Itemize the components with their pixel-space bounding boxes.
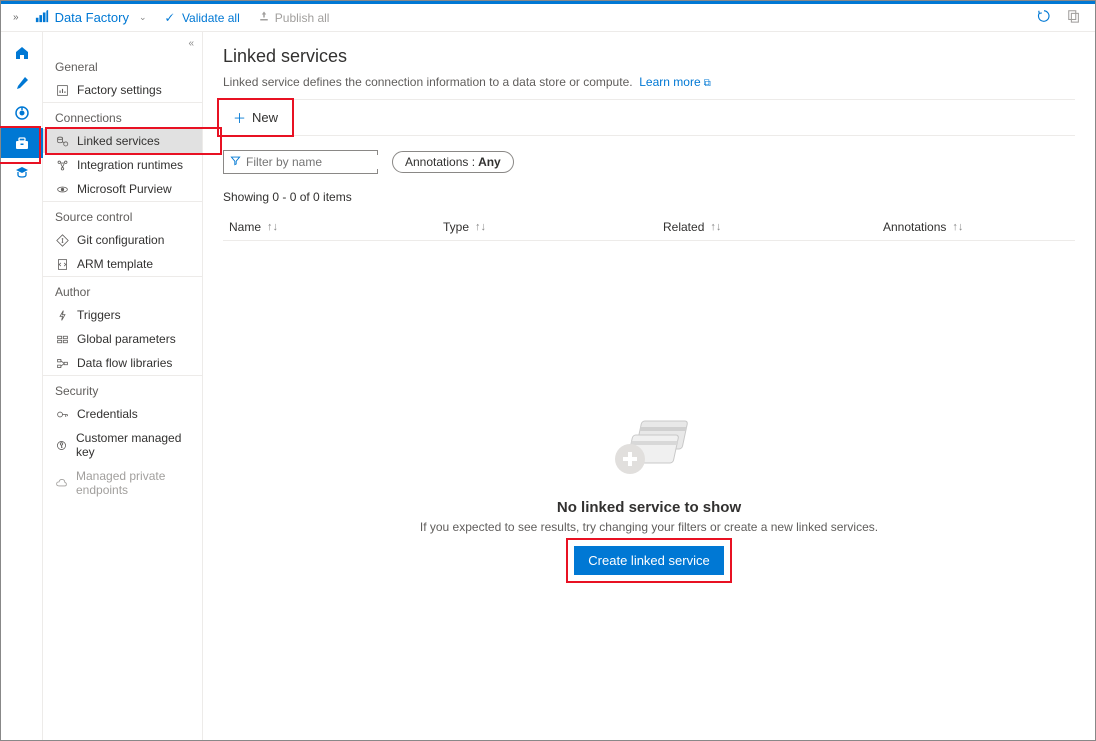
- main-content: Linked services Linked service defines t…: [203, 32, 1095, 740]
- learn-more-link[interactable]: Learn more⧉: [639, 75, 711, 89]
- filter-icon: [230, 155, 241, 169]
- empty-title: No linked service to show: [557, 499, 741, 516]
- sidebar-item-globals[interactable]: Global parameters: [43, 327, 202, 351]
- factory-icon: [35, 9, 49, 26]
- feedback-icon[interactable]: [1059, 9, 1089, 26]
- refresh-icon[interactable]: [1029, 9, 1059, 26]
- action-row: ＋ New: [223, 99, 1075, 136]
- workspace-name: Data Factory: [55, 10, 129, 25]
- sidebar-item-linked-services[interactable]: Linked services: [43, 129, 202, 153]
- key-icon: [55, 439, 68, 452]
- purview-icon: [55, 183, 69, 196]
- sidebar-item-purview[interactable]: Microsoft Purview: [43, 177, 202, 201]
- column-type[interactable]: Type↑↓: [443, 220, 663, 234]
- sidebar-item-integration-runtimes[interactable]: Integration runtimes: [43, 153, 202, 177]
- section-author: Author: [43, 276, 202, 303]
- column-annotations[interactable]: Annotations↑↓: [883, 220, 1075, 234]
- results-count: Showing 0 - 0 of 0 items: [223, 190, 1075, 204]
- publish-all-button: Publish all: [258, 10, 330, 25]
- sort-icon: ↑↓: [267, 221, 278, 233]
- sidebar-item-arm[interactable]: ARM template: [43, 252, 202, 276]
- side-panel: « General Factory settings Connections L…: [43, 32, 203, 740]
- new-button[interactable]: ＋ New: [223, 104, 288, 131]
- linked-services-icon: [55, 135, 69, 148]
- sidebar-item-triggers[interactable]: Triggers: [43, 303, 202, 327]
- triggers-icon: [55, 309, 69, 322]
- sidebar-item-cmk[interactable]: Customer managed key: [43, 426, 202, 464]
- filter-input[interactable]: [246, 155, 401, 169]
- sidebar-item-credentials[interactable]: Credentials: [43, 402, 202, 426]
- section-connections: Connections: [43, 102, 202, 129]
- collapse-panel-icon[interactable]: «: [188, 38, 194, 49]
- globals-icon: [55, 333, 69, 346]
- arm-template-icon: [55, 258, 69, 271]
- upload-icon: [258, 10, 270, 25]
- empty-subtitle: If you expected to see results, try chan…: [420, 520, 878, 534]
- filter-input-wrap[interactable]: [223, 150, 378, 174]
- page-title: Linked services: [223, 46, 1075, 67]
- rail-author-icon[interactable]: [1, 68, 43, 98]
- plus-icon: ＋: [233, 108, 246, 127]
- dataflow-icon: [55, 357, 69, 370]
- column-related[interactable]: Related↑↓: [663, 220, 883, 234]
- table-header: Name↑↓ Type↑↓ Related↑↓ Annotations↑↓: [223, 214, 1075, 241]
- section-general: General: [43, 52, 202, 78]
- sidebar-item-factory-settings[interactable]: Factory settings: [43, 78, 202, 102]
- left-rail: [1, 32, 43, 740]
- annotations-filter[interactable]: Annotations : Any: [392, 151, 514, 173]
- factory-settings-icon: [55, 84, 69, 97]
- rail-monitor-icon[interactable]: [1, 98, 43, 128]
- validate-all-button[interactable]: ✓· Validate all: [165, 11, 240, 25]
- section-security: Security: [43, 375, 202, 402]
- checkmark-icon: ✓·: [165, 11, 177, 25]
- sort-icon: ↑↓: [475, 221, 486, 233]
- sidebar-item-mpe: Managed private endpoints: [43, 464, 202, 502]
- column-name[interactable]: Name↑↓: [223, 220, 443, 234]
- sort-icon: ↑↓: [952, 221, 963, 233]
- cloud-icon: [55, 477, 68, 490]
- sidebar-item-git[interactable]: Git configuration: [43, 228, 202, 252]
- expand-chevron-icon[interactable]: »: [7, 12, 25, 23]
- workspace-switcher[interactable]: Data Factory ⌄: [35, 9, 147, 26]
- rail-manage-icon[interactable]: [1, 128, 43, 158]
- empty-state: No linked service to show If you expecte…: [223, 411, 1075, 575]
- topbar: » Data Factory ⌄ ✓· Validate all Publish…: [1, 4, 1095, 32]
- sidebar-item-dataflow[interactable]: Data flow libraries: [43, 351, 202, 375]
- chevron-down-icon: ⌄: [139, 12, 147, 23]
- create-linked-service-button[interactable]: Create linked service: [574, 546, 723, 575]
- rail-learn-icon[interactable]: [1, 158, 43, 188]
- rail-home-icon[interactable]: [1, 38, 43, 68]
- git-icon: [55, 234, 69, 247]
- integration-runtimes-icon: [55, 159, 69, 172]
- external-link-icon: ⧉: [704, 78, 711, 89]
- section-source-control: Source control: [43, 201, 202, 228]
- page-description: Linked service defines the connection in…: [223, 75, 1075, 89]
- sort-icon: ↑↓: [710, 221, 721, 233]
- credentials-icon: [55, 408, 69, 421]
- empty-illustration-icon: [604, 411, 694, 491]
